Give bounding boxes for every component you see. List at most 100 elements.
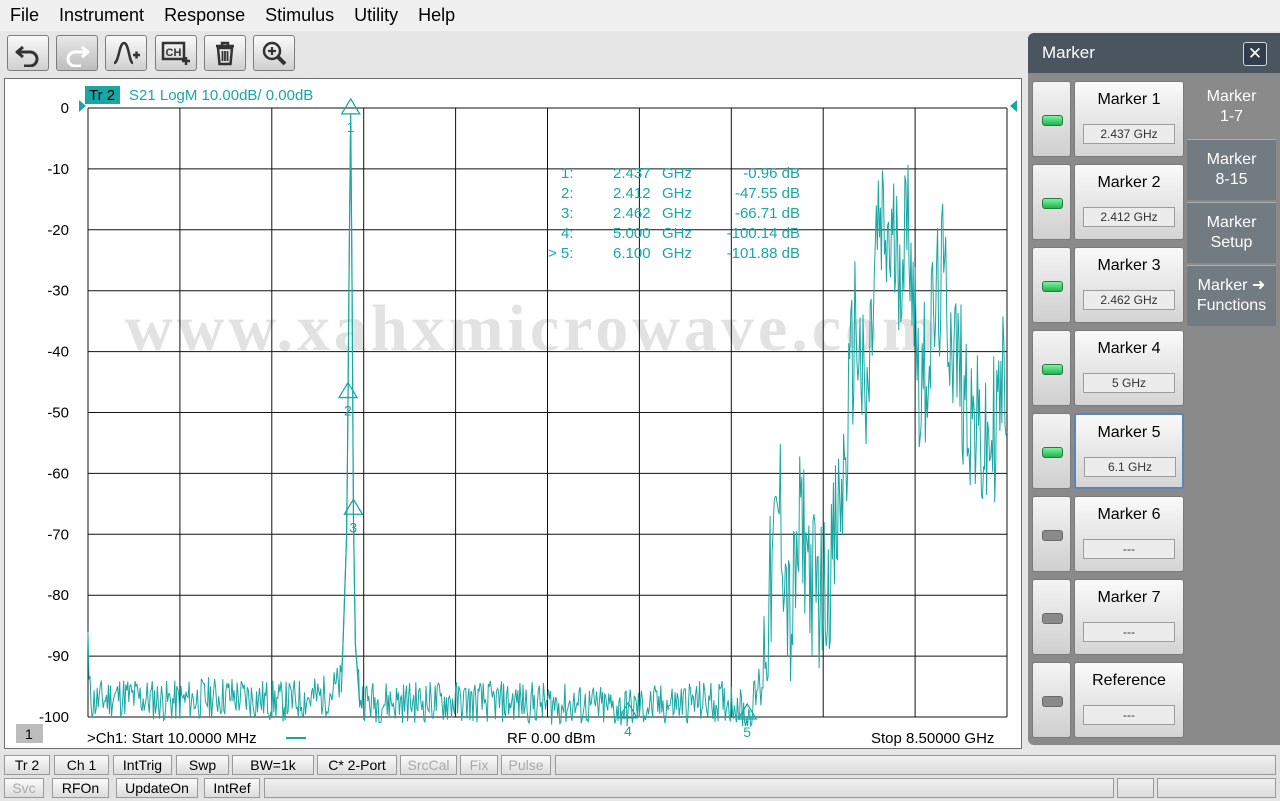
status-pulse-button[interactable]: Pulse: [501, 755, 551, 775]
marker-7-toggle[interactable]: [1032, 579, 1071, 655]
marker-5-label: Marker 5: [1097, 424, 1161, 441]
redo-button[interactable]: [56, 35, 98, 71]
marker-1-label: 1: [347, 119, 355, 135]
watermark-text: www.xahxmicrowave.com: [125, 292, 941, 365]
marker-2-row: Marker 2 2.412 GHz: [1032, 164, 1187, 240]
delete-button[interactable]: [204, 35, 246, 71]
marker-3-label: Marker 3: [1097, 257, 1161, 274]
sweep-start-label[interactable]: >Ch1: Start 10.0000 MHz: [87, 730, 257, 747]
close-icon[interactable]: ✕: [1243, 42, 1267, 66]
marker-6-toggle[interactable]: [1032, 496, 1071, 572]
y-tick-label: -30: [47, 283, 69, 300]
undo-button[interactable]: [7, 35, 49, 71]
status-rfon-button[interactable]: RFOn: [52, 778, 109, 798]
marker-4-button[interactable]: Marker 4 5 GHz: [1074, 330, 1184, 406]
menu-bar: File Instrument Response Stimulus Utilit…: [0, 0, 1280, 31]
menu-instrument[interactable]: Instrument: [49, 0, 154, 31]
marker-7-button[interactable]: Marker 7 ---: [1074, 579, 1184, 655]
status-intref-button[interactable]: IntRef: [204, 778, 260, 798]
marker-5-button[interactable]: Marker 5 6.1 GHz: [1074, 413, 1184, 489]
trace-scale-label[interactable]: S21 LogM 10.00dB/ 0.00dB: [129, 87, 313, 104]
status-ch-1-button[interactable]: Ch 1: [54, 755, 109, 775]
marker-5-toggle[interactable]: [1032, 413, 1071, 489]
tab-label: Marker ➜ Functions: [1196, 277, 1267, 314]
marker-3-value-field[interactable]: 2.462 GHz: [1083, 290, 1175, 310]
y-tick-label: -10: [47, 161, 69, 178]
marker-2-value-field[interactable]: 2.412 GHz: [1083, 207, 1175, 227]
add-marker-button[interactable]: [105, 35, 147, 71]
y-tick-label: -70: [47, 526, 69, 543]
sweep-stop-label[interactable]: Stop 8.50000 GHz: [871, 730, 994, 747]
status-led-icon: [1042, 281, 1063, 292]
marker-6-button[interactable]: Marker 6 ---: [1074, 496, 1184, 572]
readout-value: -66.71 dB: [735, 205, 800, 222]
channel-add-icon: CH: [161, 41, 190, 65]
tab-marker-functions[interactable]: Marker ➜ Functions: [1187, 265, 1276, 326]
status-srccal-button[interactable]: SrcCal: [400, 755, 457, 775]
y-tick-label: -60: [47, 465, 69, 482]
marker-7-value-field[interactable]: ---: [1083, 622, 1175, 642]
marker-1-button[interactable]: Marker 1 2.437 GHz: [1074, 81, 1184, 157]
status-bar-bottom: Svc RFOn UpdateOn IntRef: [0, 776, 1280, 799]
menu-help[interactable]: Help: [408, 0, 465, 31]
menu-stimulus[interactable]: Stimulus: [255, 0, 344, 31]
status-tr-2-button[interactable]: Tr 2: [4, 755, 50, 775]
menu-response[interactable]: Response: [154, 0, 255, 31]
trace-badge-label: Tr 2: [89, 87, 115, 104]
marker-2-toggle[interactable]: [1032, 164, 1071, 240]
reference-toggle[interactable]: [1032, 662, 1071, 738]
status-led-icon: [1042, 115, 1063, 126]
status-bw-1k-button[interactable]: BW=1k: [232, 755, 314, 775]
marker-1-toggle[interactable]: [1032, 81, 1071, 157]
marker-3-toggle[interactable]: [1032, 247, 1071, 323]
add-channel-button[interactable]: CH: [155, 35, 197, 71]
source-power-label[interactable]: RF 0.00 dBm: [507, 730, 595, 747]
tab-label: Marker 8-15: [1206, 151, 1257, 188]
readout-unit: GHz: [662, 165, 692, 182]
marker-4-toggle[interactable]: [1032, 330, 1071, 406]
marker-7-row: Marker 7 ---: [1032, 579, 1187, 655]
status-led-icon: [1042, 364, 1063, 375]
zoom-icon: [262, 41, 287, 66]
y-tick-label: -90: [47, 648, 69, 665]
readout-value: -101.88 dB: [727, 245, 800, 262]
marker-5-value-field[interactable]: 6.1 GHz: [1084, 457, 1176, 477]
reference-row: Reference ---: [1032, 662, 1187, 738]
menu-file[interactable]: File: [0, 0, 49, 31]
tab-marker-setup[interactable]: Marker Setup: [1187, 202, 1276, 263]
y-tick-label: -20: [47, 222, 69, 239]
marker-3-label: 3: [349, 519, 357, 535]
trash-icon: [216, 41, 234, 66]
marker-add-icon: [113, 41, 140, 65]
status-svc-button[interactable]: Svc: [4, 778, 44, 798]
status-c-2-port-button[interactable]: C* 2-Port: [317, 755, 397, 775]
status-updateon-button[interactable]: UpdateOn: [116, 778, 198, 798]
status-led-icon: [1042, 696, 1063, 707]
menu-utility[interactable]: Utility: [344, 0, 408, 31]
status-led-icon: [1042, 447, 1063, 458]
marker-5-row: Marker 5 6.1 GHz: [1032, 413, 1187, 489]
zoom-button[interactable]: [253, 35, 295, 71]
reference-value-field[interactable]: ---: [1083, 705, 1175, 725]
tab-label: Marker Setup: [1206, 214, 1257, 251]
status-fix-button[interactable]: Fix: [460, 755, 498, 775]
marker-panel-header: Marker ✕: [1028, 33, 1280, 73]
readout-value: -100.14 dB: [727, 225, 800, 242]
marker-3-button[interactable]: Marker 3 2.462 GHz: [1074, 247, 1184, 323]
tab-marker-1-7[interactable]: Marker 1-7: [1187, 76, 1276, 137]
readout-unit: GHz: [662, 245, 692, 262]
tab-marker-8-15[interactable]: Marker 8-15: [1187, 139, 1276, 200]
y-tick-label: -40: [47, 344, 69, 361]
reference-button[interactable]: Reference ---: [1074, 662, 1184, 738]
marker-4-value-field[interactable]: 5 GHz: [1083, 373, 1175, 393]
status-inttrig-button[interactable]: IntTrig: [113, 755, 172, 775]
marker-2-button[interactable]: Marker 2 2.412 GHz: [1074, 164, 1184, 240]
marker-6-value-field[interactable]: ---: [1083, 539, 1175, 559]
marker-readout-table: 1: 2.437 GHz -0.96 dB 2: 2.412 GHz -47.55 dB 3: 2…: [548, 165, 800, 262]
vna-app-window: File Instrument Response Stimulus Utilit…: [0, 0, 1280, 801]
status-swp-button[interactable]: Swp: [176, 755, 229, 775]
measurement-plot[interactable]: www.xahxmicrowave.com 0 -10 -20 -30 -40 -50 -6…: [4, 78, 1022, 749]
toolbar: CH: [0, 31, 1028, 75]
y-tick-label: -80: [47, 587, 69, 604]
marker-1-value-field[interactable]: 2.437 GHz: [1083, 124, 1175, 144]
